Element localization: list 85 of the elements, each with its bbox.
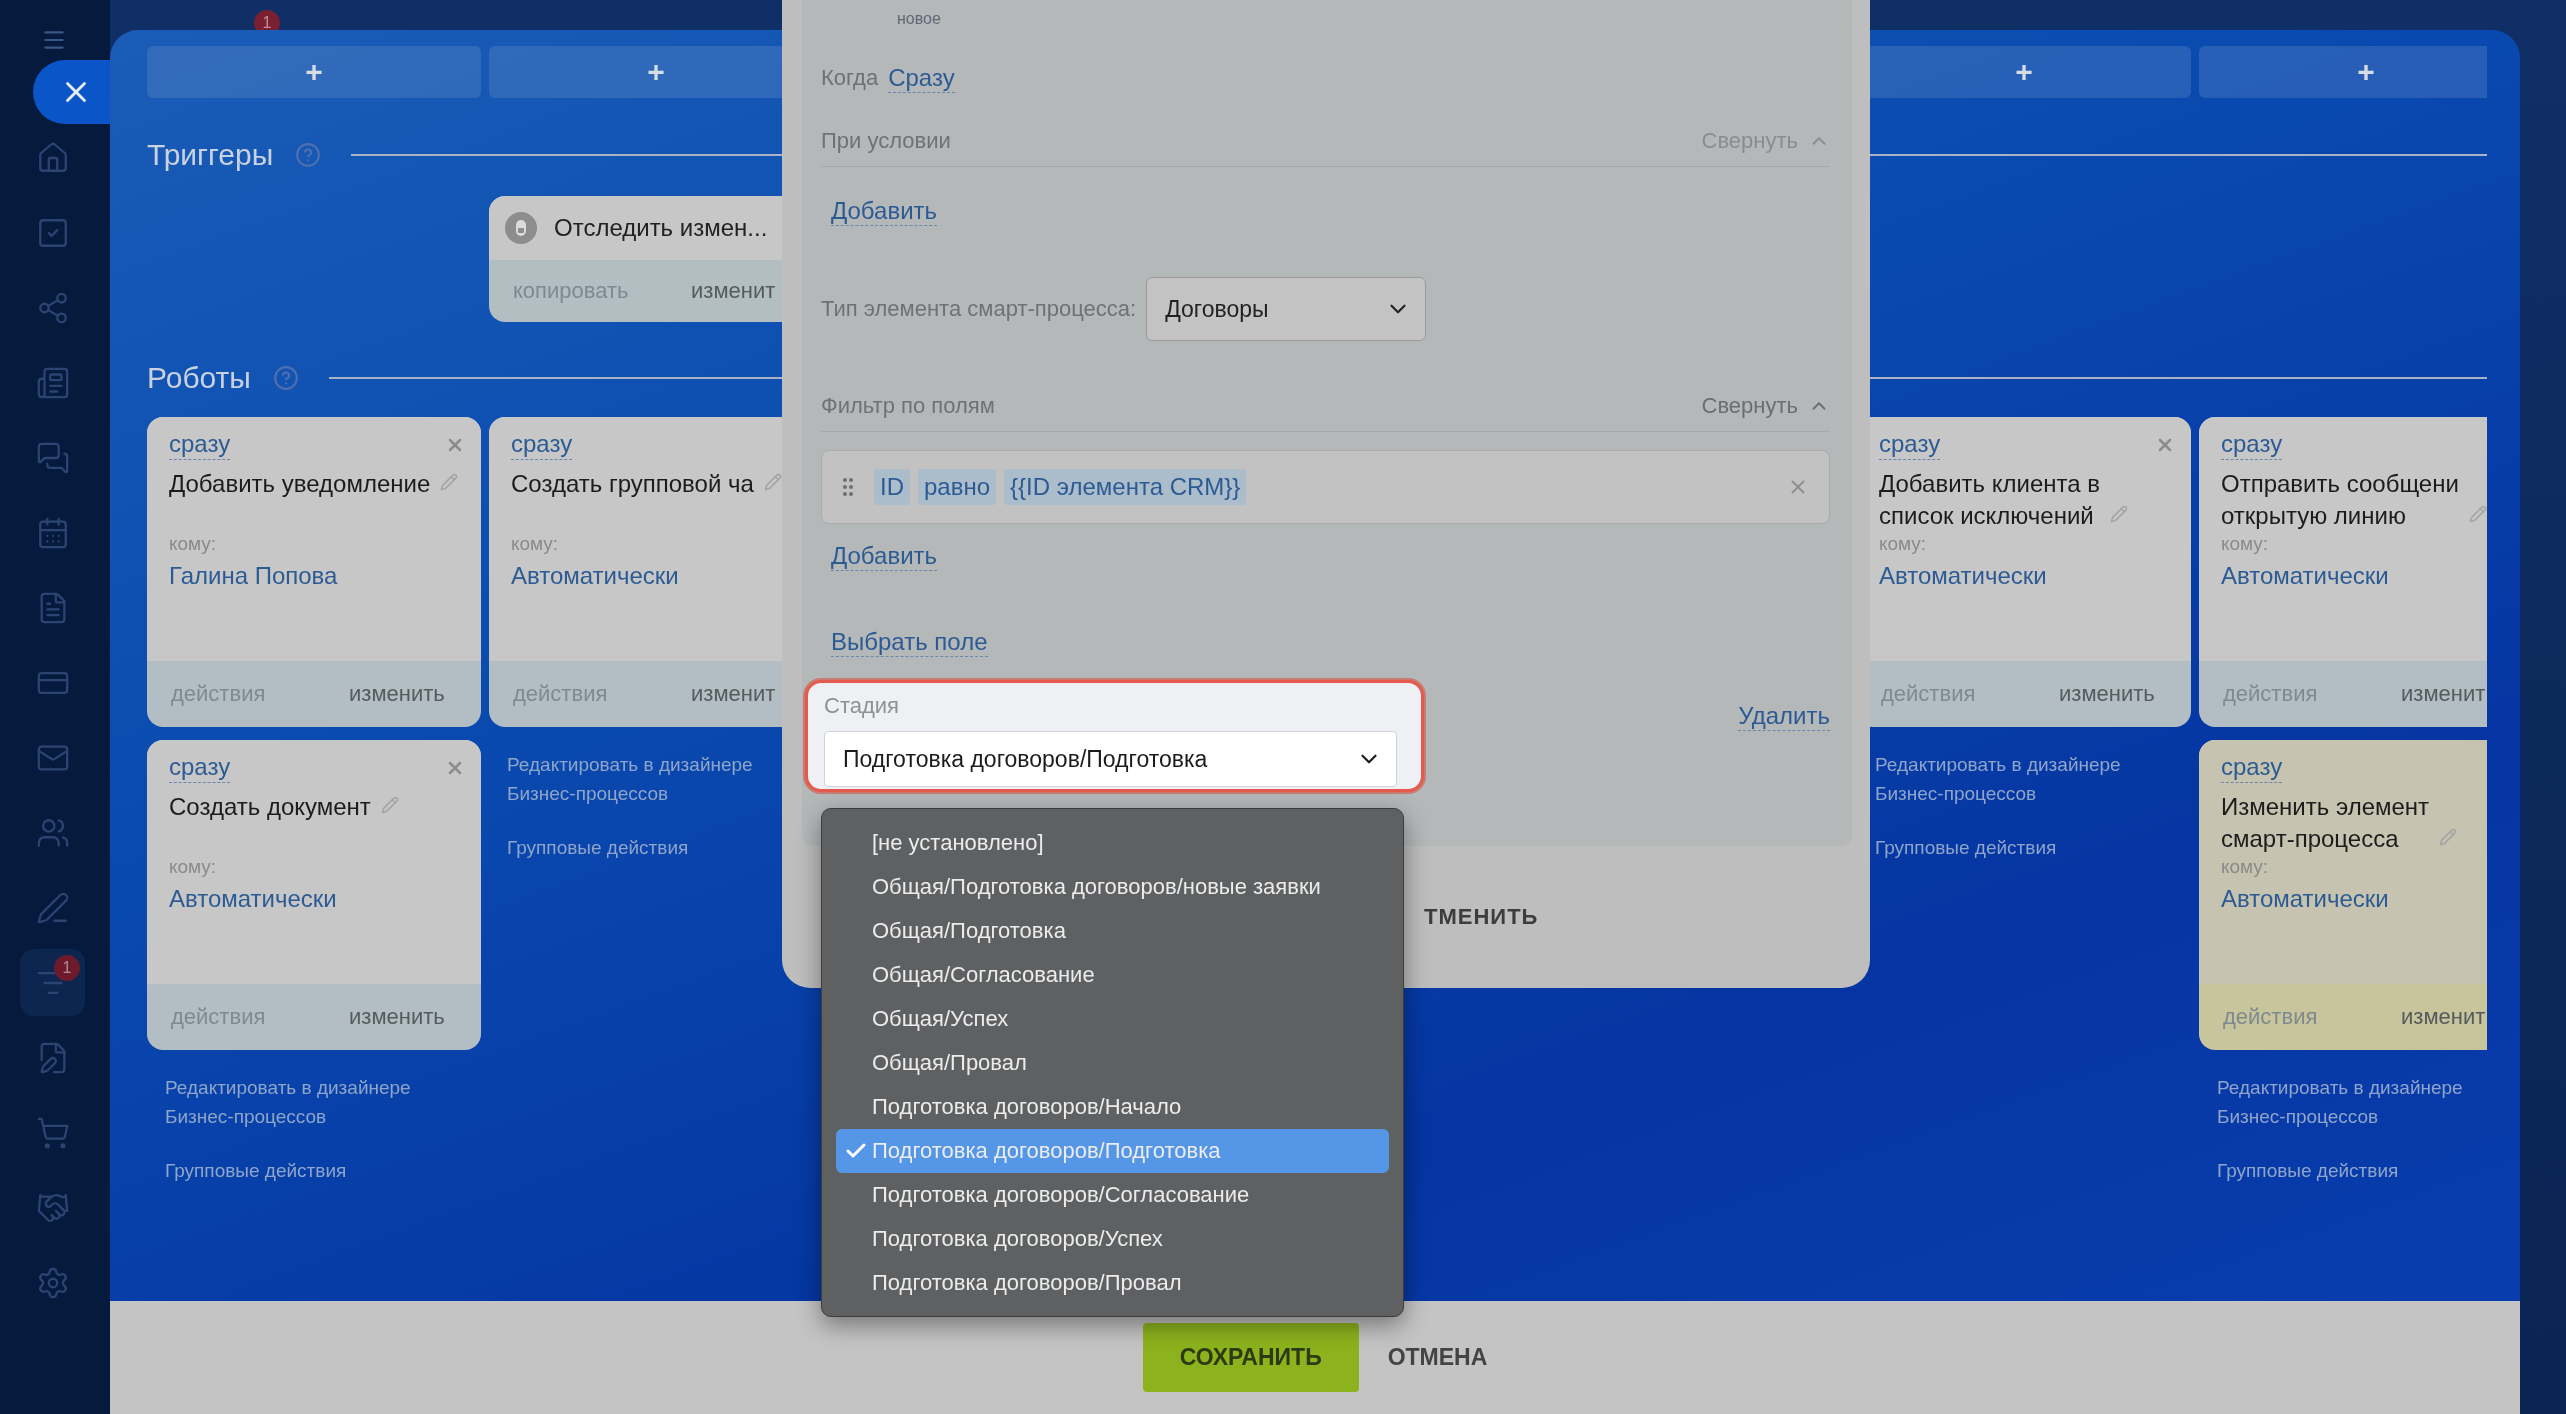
cancel-button[interactable]: ОТМЕНА bbox=[1387, 1344, 1488, 1371]
collapse-link[interactable]: Свернуть bbox=[1701, 393, 1830, 419]
recipient-label: кому: bbox=[1879, 532, 1928, 556]
delete-link[interactable]: Удалить bbox=[1738, 702, 1830, 731]
newspaper-icon bbox=[35, 365, 70, 400]
designer-link[interactable]: Редактировать в дизайнере Бизнес-процессов bbox=[147, 1073, 473, 1131]
group-actions-link[interactable]: Групповые действия bbox=[2199, 1156, 2487, 1185]
help-icon[interactable] bbox=[295, 142, 322, 168]
pen-icon bbox=[35, 890, 70, 925]
pencil-icon[interactable] bbox=[2110, 505, 2128, 523]
dropdown-option[interactable]: Подготовка договоров/Подготовка bbox=[836, 1129, 1389, 1173]
recipient-link[interactable]: Автоматически bbox=[2221, 562, 2487, 590]
pencil-icon[interactable] bbox=[2468, 505, 2487, 523]
pencil-icon[interactable] bbox=[2439, 828, 2458, 846]
dropdown-option[interactable]: Подготовка договоров/Успех bbox=[836, 1217, 1389, 1261]
stage-select[interactable]: Подготовка договоров/Подготовка bbox=[824, 731, 1397, 787]
timing-link[interactable]: сразу bbox=[1879, 429, 1941, 460]
designer-link[interactable]: Редактировать в дизайнере Бизнес-процессов bbox=[2199, 1073, 2487, 1131]
dropdown-option[interactable]: Подготовка договоров/Начало bbox=[836, 1085, 1389, 1129]
section-label: При условии bbox=[821, 128, 951, 154]
trigger-icon bbox=[505, 212, 537, 244]
robot-title: Отправить сообщени открытую линию bbox=[2221, 469, 2459, 531]
group-actions-link[interactable]: Групповые действия bbox=[147, 1156, 473, 1185]
timing-link[interactable]: Сразу bbox=[888, 63, 955, 93]
filter-token[interactable]: ID bbox=[874, 469, 910, 505]
choose-field-link[interactable]: Выбрать поле bbox=[831, 627, 988, 657]
add-link[interactable]: Добавить bbox=[831, 196, 938, 226]
add-link[interactable]: Добавить bbox=[831, 541, 938, 571]
dropdown-option[interactable]: Общая/Провал bbox=[836, 1041, 1389, 1085]
recipient-link[interactable]: Автоматически bbox=[1879, 562, 2169, 590]
cart-icon bbox=[35, 1115, 70, 1150]
help-icon[interactable] bbox=[272, 365, 299, 391]
dropdown-option[interactable]: [не установлено] bbox=[836, 821, 1389, 865]
field-label: Когда bbox=[821, 65, 879, 91]
pencil-icon[interactable] bbox=[440, 473, 459, 491]
field-label: Тип элемента смарт-процесса: bbox=[821, 296, 1137, 322]
dropdown-option[interactable]: Подготовка договоров/Провал bbox=[836, 1261, 1389, 1305]
edit-link[interactable]: изменить bbox=[349, 1004, 481, 1030]
timing-link[interactable]: сразу bbox=[169, 429, 231, 460]
type-select[interactable]: Договоры bbox=[1146, 277, 1427, 341]
save-button[interactable]: СОХРАНИТЬ bbox=[1142, 1323, 1359, 1392]
recipient-link[interactable]: Автоматически bbox=[2221, 885, 2487, 913]
recipient-label: кому: bbox=[169, 855, 218, 879]
edit-link[interactable]: изменит bbox=[2401, 681, 2487, 707]
chat-icon bbox=[35, 440, 70, 475]
edit-link[interactable]: изменить bbox=[349, 681, 481, 707]
robot-title: Добавить клиента в список исключений bbox=[1879, 469, 2100, 531]
recipient-label: кому: bbox=[2221, 855, 2270, 879]
dropdown-option[interactable]: Общая/Подготовка договоров/новые заявки bbox=[836, 865, 1389, 909]
section-title: Триггеры bbox=[147, 138, 274, 172]
edit-link[interactable]: изменит bbox=[2401, 1004, 2487, 1030]
actions-label: действия bbox=[2223, 1004, 2318, 1030]
timing-link[interactable]: сразу bbox=[2221, 752, 2283, 783]
edit-link[interactable]: изменить bbox=[2059, 681, 2191, 707]
robot-title: Изменить элемент смарт-процесса bbox=[2221, 792, 2430, 854]
sidebar-item[interactable]: 1 bbox=[20, 949, 85, 1016]
recipient-link[interactable]: Автоматически bbox=[169, 885, 459, 913]
timing-link[interactable]: сразу bbox=[511, 429, 573, 460]
pencil-icon[interactable] bbox=[763, 473, 782, 491]
dropdown-option[interactable]: Общая/Подготовка bbox=[836, 909, 1389, 953]
recipient-label: кому: bbox=[169, 532, 218, 556]
dropdown-option[interactable]: Подготовка договоров/Согласование bbox=[836, 1173, 1389, 1217]
dropdown-option[interactable]: Общая/Успех bbox=[836, 997, 1389, 1041]
robot-title: Создать документ bbox=[169, 792, 371, 822]
trigger-title: Отследить измен... bbox=[554, 214, 768, 242]
count-badge: 1 bbox=[54, 955, 80, 981]
recipient-label: кому: bbox=[511, 532, 560, 556]
recipient-link[interactable]: Галина Попова bbox=[169, 562, 459, 590]
timing-link[interactable]: сразу bbox=[2221, 429, 2283, 460]
dropdown-option[interactable]: Общая/Согласование bbox=[836, 953, 1389, 997]
filter-token[interactable]: равно bbox=[918, 469, 997, 505]
add-stage-button[interactable]: + bbox=[2199, 46, 2487, 98]
section-title: Роботы bbox=[147, 361, 251, 395]
robot-title: Создать групповой ча bbox=[511, 469, 754, 499]
timing-link[interactable]: сразу bbox=[169, 752, 231, 783]
section-label: Фильтр по полям bbox=[821, 393, 995, 419]
filter-token[interactable]: {{ID элемента CRM}} bbox=[1004, 469, 1247, 505]
close-button[interactable] bbox=[33, 60, 110, 124]
pencil-icon[interactable] bbox=[380, 796, 399, 814]
recipient-label: кому: bbox=[2221, 532, 2270, 556]
cancel-button[interactable]: ТМЕНИТЬ bbox=[1424, 904, 1539, 930]
add-stage-button[interactable]: + bbox=[147, 46, 481, 98]
field-label: Стадия bbox=[824, 693, 900, 719]
robot-title: Добавить уведомление bbox=[169, 469, 431, 499]
field-label: новое bbox=[897, 10, 942, 29]
